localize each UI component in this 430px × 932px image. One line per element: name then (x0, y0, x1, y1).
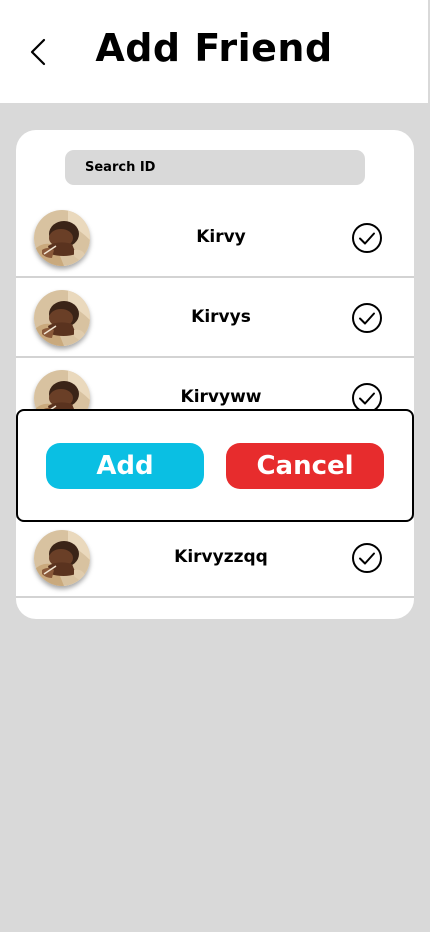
page-title: Add Friend (95, 26, 333, 70)
list-item[interactable]: Kirvys (16, 278, 414, 358)
friend-name: Kirvyww (180, 387, 262, 407)
search-input[interactable] (65, 150, 365, 185)
add-button[interactable]: Add (46, 443, 204, 489)
avatar (34, 290, 90, 346)
check-circle-icon[interactable] (351, 302, 383, 334)
friend-name: Kirvy (196, 227, 246, 247)
avatar (34, 210, 90, 266)
friend-list-card: Kirvy Kirvys Kirvyww Kirvyzzqq (16, 130, 414, 619)
list-item[interactable]: Kirvy (16, 198, 414, 278)
app-header: Add Friend (0, 0, 428, 103)
check-circle-icon[interactable] (351, 542, 383, 574)
avatar (34, 530, 90, 586)
divider (16, 596, 414, 598)
check-circle-icon[interactable] (351, 222, 383, 254)
friend-name: Kirvys (191, 307, 251, 327)
list-item[interactable]: Kirvyzzqq (16, 518, 414, 598)
confirm-dialog: Add Cancel (16, 409, 414, 522)
friend-name: Kirvyzzqq (174, 547, 268, 567)
cancel-button[interactable]: Cancel (226, 443, 384, 489)
